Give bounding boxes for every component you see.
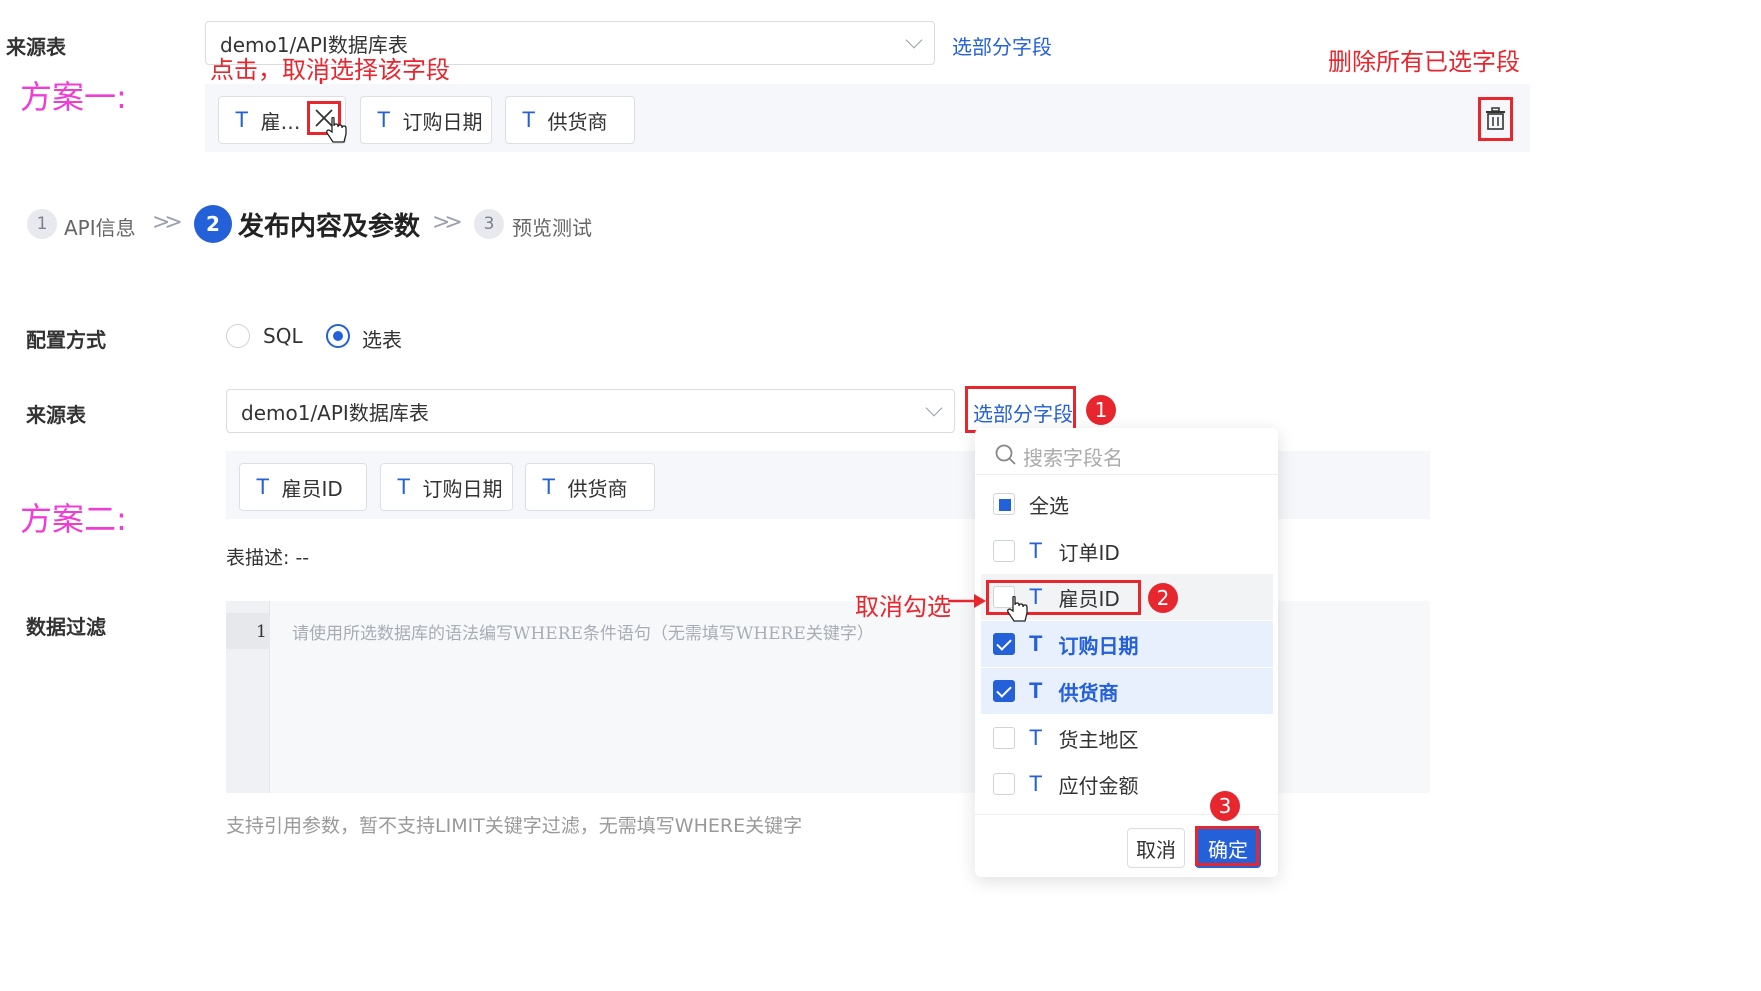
field-chip[interactable]: T 供货商 — [505, 96, 635, 144]
radio-sql[interactable] — [226, 324, 250, 348]
filter-placeholder: 请使用所选数据库的语法编写WHERE条件语句（无需填写WHERE关键字） — [292, 624, 874, 644]
step-label[interactable]: API信息 — [64, 212, 136, 241]
field-chip-label: 订购日期 — [422, 476, 503, 501]
source-table-select[interactable]: demo1/API数据库表 — [226, 389, 955, 433]
line-number: 1 — [256, 622, 267, 642]
select-partial-fields-link[interactable]: 选部分字段 — [973, 398, 1073, 427]
scheme-two-label: 方案二: — [20, 500, 127, 538]
step-number: 1 — [27, 209, 57, 239]
source-table-label: 来源表 — [6, 35, 66, 59]
field-option-label: 订购日期 — [1058, 633, 1139, 658]
annotation-badge-2: 2 — [1148, 583, 1178, 613]
double-chevron-icon: >> — [152, 210, 183, 235]
table-description: 表描述: -- — [226, 547, 310, 569]
annotation-badge-3: 3 — [1210, 791, 1240, 821]
annotation-badge-1: 1 — [1086, 395, 1116, 425]
field-chip-label: 供货商 — [547, 109, 608, 134]
annotation-box-confirm — [1195, 826, 1259, 866]
text-type-icon: T — [397, 474, 411, 499]
text-type-icon: T — [522, 107, 536, 132]
field-option-label: 订单ID — [1058, 540, 1120, 565]
cancel-button[interactable]: 取消 — [1127, 828, 1185, 868]
radio-sql-label[interactable]: SQL — [263, 324, 303, 348]
annotation-arrow-right — [948, 594, 986, 608]
field-checkbox[interactable] — [993, 680, 1015, 702]
text-type-icon: T — [377, 107, 391, 132]
step-number: 2 — [194, 205, 232, 243]
search-icon — [995, 444, 1016, 465]
field-chip-label: 供货商 — [567, 476, 628, 501]
field-checkbox[interactable] — [993, 633, 1015, 655]
field-chip-label: 雇… — [260, 109, 301, 134]
field-checkbox[interactable] — [993, 540, 1015, 562]
text-type-icon: T — [1029, 725, 1043, 750]
scheme-one-label: 方案一: — [20, 78, 127, 116]
data-filter-label: 数据过滤 — [26, 615, 106, 639]
source-table-value: demo1/API数据库表 — [241, 400, 429, 425]
text-type-icon: T — [235, 107, 249, 132]
hand-cursor-icon — [1007, 596, 1028, 622]
radio-table-label[interactable]: 选表 — [362, 324, 402, 353]
text-type-icon: T — [1029, 771, 1043, 796]
field-chip[interactable]: T 雇员ID — [239, 463, 367, 511]
step-label-active[interactable]: 发布内容及参数 — [238, 206, 420, 243]
field-option-label: 货主地区 — [1058, 727, 1139, 752]
field-option[interactable]: T 订单ID — [981, 528, 1273, 574]
annotation-uncheck: 取消勾选 — [855, 593, 951, 621]
field-chip[interactable]: T 供货商 — [525, 463, 655, 511]
step-label[interactable]: 预览测试 — [512, 212, 592, 241]
text-type-icon: T — [1029, 631, 1043, 656]
select-all-checkbox[interactable] — [993, 493, 1015, 515]
double-chevron-icon: >> — [432, 210, 463, 235]
chevron-down-icon — [905, 31, 923, 49]
field-checkbox[interactable] — [993, 773, 1015, 795]
annotation-click-to-deselect: 点击，取消选择该字段 — [210, 56, 450, 84]
field-option[interactable]: T 订购日期 — [981, 621, 1273, 667]
select-all-label: 全选 — [1029, 493, 1069, 518]
field-option[interactable]: T 货主地区 — [981, 715, 1273, 761]
chevron-down-icon — [925, 399, 943, 417]
field-chip-label: 订购日期 — [402, 109, 483, 134]
divider — [975, 474, 1278, 475]
text-type-icon: T — [256, 474, 270, 499]
step-number: 3 — [474, 209, 504, 239]
hand-cursor-icon — [326, 117, 347, 143]
field-option-label: 供货商 — [1058, 680, 1119, 705]
trash-icon[interactable] — [1485, 107, 1506, 131]
field-chip-label: 雇员ID — [281, 476, 343, 501]
field-option[interactable]: T 供货商 — [981, 668, 1273, 714]
select-all-option[interactable]: 全选 — [981, 481, 1273, 527]
field-chip[interactable]: T 订购日期 — [360, 96, 492, 144]
annotation-delete-all: 删除所有已选字段 — [1328, 48, 1520, 76]
select-partial-fields-link[interactable]: 选部分字段 — [952, 31, 1052, 60]
search-input[interactable]: 搜索字段名 — [1023, 442, 1123, 471]
filter-hint: 支持引用参数，暂不支持LIMIT关键字过滤，无需填写WHERE关键字 — [226, 815, 803, 837]
field-checkbox[interactable] — [993, 727, 1015, 749]
text-type-icon: T — [1029, 678, 1043, 703]
config-method-label: 配置方式 — [26, 328, 106, 352]
field-option-label: 应付金额 — [1058, 773, 1139, 798]
source-table-label: 来源表 — [26, 403, 86, 427]
radio-table[interactable] — [326, 324, 350, 348]
field-chip[interactable]: T 订购日期 — [380, 463, 513, 511]
text-type-icon: T — [1029, 538, 1043, 563]
text-type-icon: T — [542, 474, 556, 499]
